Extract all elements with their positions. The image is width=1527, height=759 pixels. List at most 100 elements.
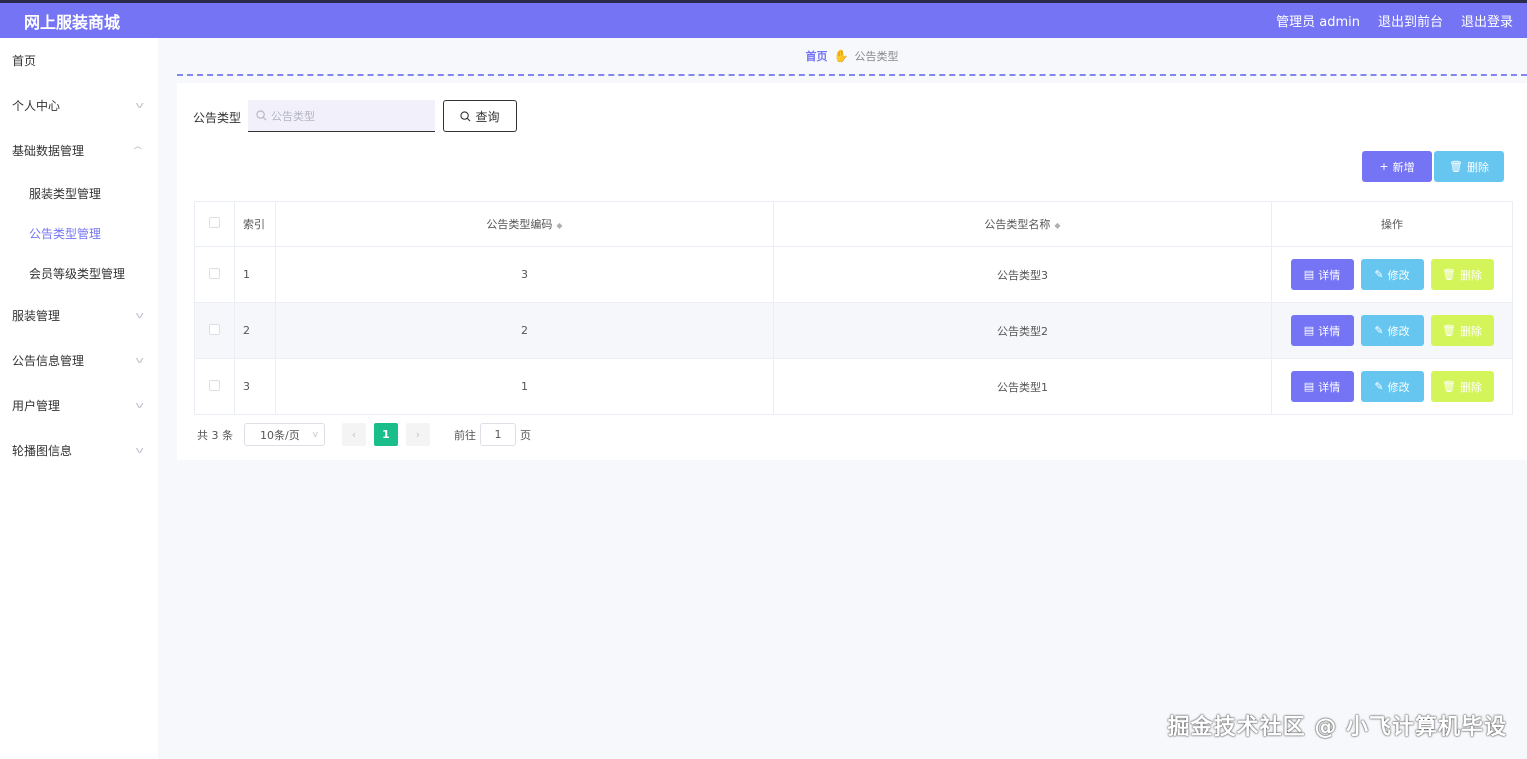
- row-checkbox[interactable]: [209, 267, 220, 279]
- table-row: 2 2 公告类型2 ▤ 详情 ✎ 修改 🗑 删除: [194, 302, 1513, 359]
- search-icon: [256, 110, 267, 121]
- sidebar-item-label: 用户管理: [12, 399, 61, 413]
- content-panel: 公告类型 公告类型 查询 + 新增 🗑 删除 索引 公告类型编码 ◆ 公告类型名称…: [177, 83, 1527, 460]
- detail-label: 详情: [1318, 324, 1341, 338]
- search-icon: [460, 110, 471, 121]
- table-row: 3 1 公告类型1 ▤ 详情 ✎ 修改 🗑 删除: [194, 358, 1513, 415]
- sidebar-item-personal[interactable]: 个人中心 v: [0, 83, 158, 128]
- table-row: 1 3 公告类型3 ▤ 详情 ✎ 修改 🗑 删除: [194, 246, 1513, 303]
- top-header: 网上服装商城 管理员 admin 退出到前台 退出登录: [0, 0, 1527, 38]
- breadcrumb-home[interactable]: 首页: [806, 48, 828, 64]
- row-name: 公告类型2: [773, 302, 1272, 359]
- sidebar-item-carousel[interactable]: 轮播图信息 v: [0, 428, 158, 473]
- query-button-label: 查询: [475, 109, 500, 124]
- chevron-left-icon: ‹: [351, 428, 357, 441]
- sort-icon[interactable]: ◆: [1054, 221, 1060, 230]
- page-number[interactable]: 1: [374, 423, 398, 446]
- goto-label: 前往: [454, 428, 476, 442]
- sidebar-item-home[interactable]: 首页: [0, 38, 158, 83]
- page-size-select[interactable]: 10条/页 v: [244, 423, 325, 446]
- chevron-right-icon: ›: [415, 428, 421, 441]
- query-button[interactable]: 查询: [443, 100, 517, 132]
- delete-label: 删除: [1459, 268, 1482, 282]
- edit-button[interactable]: ✎ 修改: [1360, 259, 1424, 290]
- next-page-button[interactable]: ›: [406, 423, 430, 446]
- row-index: 1: [234, 246, 276, 303]
- pencil-icon: ✎: [1374, 268, 1384, 281]
- detail-button[interactable]: ▤ 详情: [1290, 315, 1354, 346]
- goto-page-input[interactable]: 1: [480, 423, 516, 446]
- edit-button[interactable]: ✎ 修改: [1360, 371, 1424, 402]
- breadcrumb: 首页 ✋ 公告类型: [177, 38, 1527, 76]
- pagination: 共 3 条 10条/页 v ‹ 1 › 前往 1 页: [197, 423, 531, 446]
- sidebar-item-label: 轮播图信息: [12, 444, 73, 458]
- row-ops: ▤ 详情 ✎ 修改 🗑 删除: [1271, 302, 1513, 359]
- sidebar-item-notice[interactable]: 公告信息管理 v: [0, 338, 158, 383]
- chevron-down-icon: v: [135, 355, 144, 366]
- logout-link[interactable]: 退出登录: [1461, 11, 1513, 30]
- add-button-label: 新增: [1392, 160, 1415, 174]
- document-icon: ▤: [1303, 380, 1315, 393]
- sidebar-subitem-clothes-type[interactable]: 服装类型管理: [0, 173, 158, 213]
- delete-label: 删除: [1459, 380, 1482, 394]
- edit-label: 修改: [1387, 380, 1410, 394]
- pagination-total: 共 3 条: [197, 428, 233, 442]
- row-select-cell[interactable]: [194, 358, 235, 415]
- trash-icon: 🗑: [1442, 380, 1456, 393]
- edit-button[interactable]: ✎ 修改: [1360, 315, 1424, 346]
- sidebar-subitem-notice-type[interactable]: 公告类型管理: [0, 213, 158, 253]
- admin-user-label[interactable]: 管理员 admin: [1276, 11, 1360, 30]
- exit-to-front-link[interactable]: 退出到前台: [1378, 11, 1443, 30]
- add-button[interactable]: + 新增: [1362, 151, 1432, 182]
- search-label: 公告类型: [193, 111, 242, 125]
- select-all-cell[interactable]: [194, 201, 235, 247]
- header-code[interactable]: 公告类型编码 ◆: [275, 201, 774, 247]
- goto-page: 前往 1 页: [454, 423, 531, 446]
- edit-label: 修改: [1387, 268, 1410, 282]
- trash-icon: 🗑: [1449, 160, 1463, 173]
- delete-button[interactable]: 🗑 删除: [1430, 315, 1494, 346]
- goto-unit: 页: [520, 428, 531, 442]
- sidebar-item-users[interactable]: 用户管理 v: [0, 383, 158, 428]
- delete-button[interactable]: 🗑 删除: [1430, 259, 1494, 290]
- site-logo: 网上服装商城: [24, 12, 121, 32]
- sidebar-item-basic-data[interactable]: 基础数据管理 ^: [0, 128, 158, 173]
- search-input[interactable]: 公告类型: [248, 100, 435, 132]
- sidebar-item-label: 首页: [12, 54, 37, 68]
- prev-page-button[interactable]: ‹: [342, 423, 366, 446]
- row-select-cell[interactable]: [194, 246, 235, 303]
- chevron-up-icon: ^: [132, 145, 145, 156]
- detail-button[interactable]: ▤ 详情: [1290, 371, 1354, 402]
- sidebar-item-label: 个人中心: [12, 99, 61, 113]
- document-icon: ▤: [1303, 324, 1315, 337]
- delete-button[interactable]: 🗑 删除: [1430, 371, 1494, 402]
- row-code: 2: [275, 302, 774, 359]
- detail-label: 详情: [1318, 268, 1341, 282]
- row-checkbox[interactable]: [209, 379, 220, 391]
- row-name: 公告类型3: [773, 246, 1272, 303]
- row-select-cell[interactable]: [194, 302, 235, 359]
- hand-icon: ✋: [833, 49, 849, 63]
- table-header-row: 索引 公告类型编码 ◆ 公告类型名称 ◆ 操作: [194, 201, 1513, 247]
- header-name[interactable]: 公告类型名称 ◆: [773, 201, 1272, 247]
- chevron-down-icon: v: [135, 310, 144, 321]
- pencil-icon: ✎: [1374, 380, 1384, 393]
- sidebar-subitem-member-level[interactable]: 会员等级类型管理: [0, 253, 158, 293]
- select-all-checkbox[interactable]: [209, 217, 220, 228]
- sidebar-item-label: 服装管理: [12, 309, 61, 323]
- header-name-label: 公告类型名称: [984, 218, 1051, 231]
- row-index: 3: [234, 358, 276, 415]
- detail-label: 详情: [1318, 380, 1341, 394]
- row-ops: ▤ 详情 ✎ 修改 🗑 删除: [1271, 358, 1513, 415]
- batch-delete-button[interactable]: 🗑 删除: [1434, 151, 1504, 182]
- row-checkbox[interactable]: [209, 323, 220, 335]
- breadcrumb-current: 公告类型: [854, 50, 899, 63]
- sort-icon[interactable]: ◆: [556, 221, 562, 230]
- sidebar-item-clothes[interactable]: 服装管理 v: [0, 293, 158, 338]
- plus-icon: +: [1379, 160, 1389, 173]
- trash-icon: 🗑: [1442, 324, 1456, 337]
- detail-button[interactable]: ▤ 详情: [1290, 259, 1354, 290]
- sidebar: 首页 个人中心 v 基础数据管理 ^ 服装类型管理 公告类型管理 会员等级类型管理 …: [0, 38, 158, 759]
- batch-delete-label: 删除: [1466, 160, 1489, 174]
- row-ops: ▤ 详情 ✎ 修改 🗑 删除: [1271, 246, 1513, 303]
